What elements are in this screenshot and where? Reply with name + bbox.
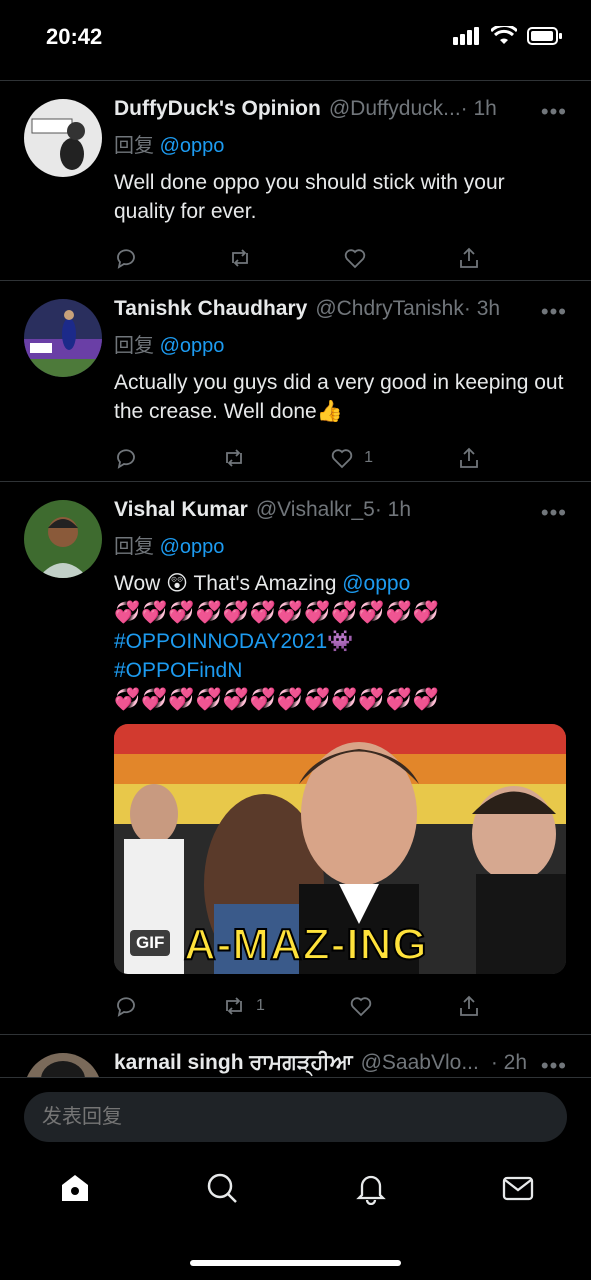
bell-icon <box>356 1175 386 1206</box>
tweet-text-part: Wow 😲 That's Amazing <box>114 572 343 595</box>
reply-icon <box>117 249 135 269</box>
avatar[interactable] <box>24 99 102 177</box>
share-button[interactable] <box>457 246 481 270</box>
share-button[interactable] <box>457 994 481 1018</box>
retweet-button[interactable] <box>228 246 252 270</box>
reply-icon <box>117 449 135 469</box>
hashtag-link[interactable]: #OPPOINNODAY2021 <box>114 630 327 653</box>
like-button[interactable] <box>349 994 373 1018</box>
status-bar: 20:42 <box>0 0 591 78</box>
reply-prefix: 回复 <box>114 335 154 357</box>
search-icon <box>207 1173 237 1203</box>
retweet-button[interactable]: 1 <box>222 994 265 1018</box>
mention-link[interactable]: @oppo <box>160 335 225 357</box>
hashtag-emoji: 👾 <box>327 630 354 653</box>
user-handle[interactable]: @SaabVlo... <box>361 1051 479 1075</box>
like-button[interactable] <box>343 246 367 270</box>
reply-prefix: 回复 <box>114 536 154 558</box>
home-indicator[interactable] <box>190 1260 401 1266</box>
mention-link[interactable]: @oppo <box>160 135 225 157</box>
reply-prefix: 回复 <box>114 135 154 157</box>
reply-input[interactable] <box>24 1092 567 1142</box>
mention-link[interactable]: @oppo <box>342 572 410 595</box>
tweet-time: · 3h <box>463 297 501 320</box>
replying-to: 回复 @oppo <box>114 329 567 358</box>
share-icon <box>460 995 478 1016</box>
retweet-icon <box>226 449 242 467</box>
more-options-icon[interactable]: ••• <box>541 299 567 325</box>
reply-icon <box>117 997 135 1017</box>
display-name[interactable]: Tanishk Chaudhary <box>114 297 307 321</box>
share-icon <box>460 447 478 468</box>
tweet-actions: 1 <box>114 986 481 1026</box>
display-name[interactable]: karnail singh ਰਾਮਗੜ੍ਹੀਆ <box>114 1051 353 1075</box>
tweet-text: Actually you guys did a very good in kee… <box>114 371 564 423</box>
mail-icon <box>502 1176 534 1201</box>
tweet[interactable]: ••• Tanishk Chaudhary @ChdryTanishk · 3h… <box>0 281 591 482</box>
more-options-icon[interactable]: ••• <box>541 99 567 125</box>
retweet-count: 1 <box>256 997 265 1014</box>
bottom-tab-bar <box>0 1157 591 1227</box>
avatar[interactable] <box>24 1053 102 1077</box>
tweet[interactable]: ••• DuffyDuck's Opinion @Duffyduck... · … <box>0 81 591 281</box>
tweet-time: · 1h <box>374 498 412 521</box>
tweet-time: · 2h <box>490 1051 528 1074</box>
heart-icon <box>331 449 353 469</box>
like-button[interactable]: 1 <box>330 446 373 470</box>
battery-icon <box>527 27 562 45</box>
retweet-icon <box>226 997 242 1015</box>
replying-to: 回复 @oppo <box>114 530 567 559</box>
heart-icon <box>344 249 365 269</box>
share-icon <box>460 247 478 268</box>
user-handle[interactable]: @Vishalkr_5 <box>256 498 375 522</box>
gif-media[interactable]: GIF A-MAZ-ING <box>114 724 566 974</box>
tweet-header: DuffyDuck's Opinion @Duffyduck... · 1h <box>114 97 567 121</box>
tweet-actions: 1 <box>114 438 481 478</box>
gif-caption: A-MAZ-ING <box>183 919 428 970</box>
more-options-icon[interactable]: ••• <box>541 1053 567 1077</box>
tweet-text: Wow 😲 That's Amazing @oppo 💞💞💞💞💞💞💞💞💞💞💞💞 … <box>114 569 567 714</box>
emoji-line: 💞💞💞💞💞💞💞💞💞💞💞💞 <box>114 601 440 624</box>
reply-button[interactable] <box>114 246 138 270</box>
user-handle[interactable]: @ChdryTanishk <box>315 297 464 321</box>
display-name[interactable]: DuffyDuck's Opinion <box>114 97 321 121</box>
gif-badge: GIF <box>130 930 171 956</box>
replying-to: 回复 @oppo <box>114 129 567 158</box>
status-time: 20:42 <box>46 24 103 49</box>
tab-notifications[interactable] <box>354 1171 388 1206</box>
reply-composer <box>0 1077 591 1158</box>
mention-link[interactable]: @oppo <box>160 536 225 558</box>
tweet-text: Well done oppo you should stick with you… <box>114 171 505 223</box>
user-handle[interactable]: @Duffyduck... <box>329 97 461 121</box>
tweet-header: Vishal Kumar @Vishalkr_5 · 1h <box>114 498 567 522</box>
tweet-time: · 1h <box>460 97 497 120</box>
tweet[interactable]: ••• karnail singh ਰਾਮਗੜ੍ਹੀਆ @SaabVlo... … <box>0 1035 591 1077</box>
reply-button[interactable] <box>114 446 138 470</box>
status-icons <box>453 26 563 46</box>
emoji-line: 💞💞💞💞💞💞💞💞💞💞💞💞 <box>114 688 440 711</box>
more-options-icon[interactable]: ••• <box>541 500 567 526</box>
tweet[interactable]: ••• Vishal Kumar @Vishalkr_5 · 1h 回复 @op… <box>0 482 591 1035</box>
home-icon <box>62 1175 88 1201</box>
hashtag-link[interactable]: #OPPOFindN <box>114 659 242 682</box>
like-count: 1 <box>364 449 373 466</box>
tab-search[interactable] <box>205 1171 239 1205</box>
avatar[interactable] <box>24 500 102 578</box>
tab-home[interactable] <box>58 1171 92 1205</box>
retweet-icon <box>232 249 249 267</box>
wifi-icon <box>491 26 517 44</box>
avatar[interactable] <box>24 299 102 377</box>
reply-feed[interactable]: ••• DuffyDuck's Opinion @Duffyduck... · … <box>0 81 591 1077</box>
share-button[interactable] <box>457 446 481 470</box>
retweet-button[interactable] <box>222 446 246 470</box>
display-name[interactable]: Vishal Kumar <box>114 498 248 522</box>
tweet-actions <box>114 238 481 278</box>
tweet-header: karnail singh ਰਾਮਗੜ੍ਹੀਆ @SaabVlo... · 2h <box>114 1051 567 1075</box>
cellular-signal-icon <box>453 27 479 45</box>
heart-icon <box>350 997 372 1017</box>
reply-button[interactable] <box>114 994 138 1018</box>
tweet-header: Tanishk Chaudhary @ChdryTanishk · 3h <box>114 297 567 321</box>
tab-messages[interactable] <box>501 1171 535 1205</box>
